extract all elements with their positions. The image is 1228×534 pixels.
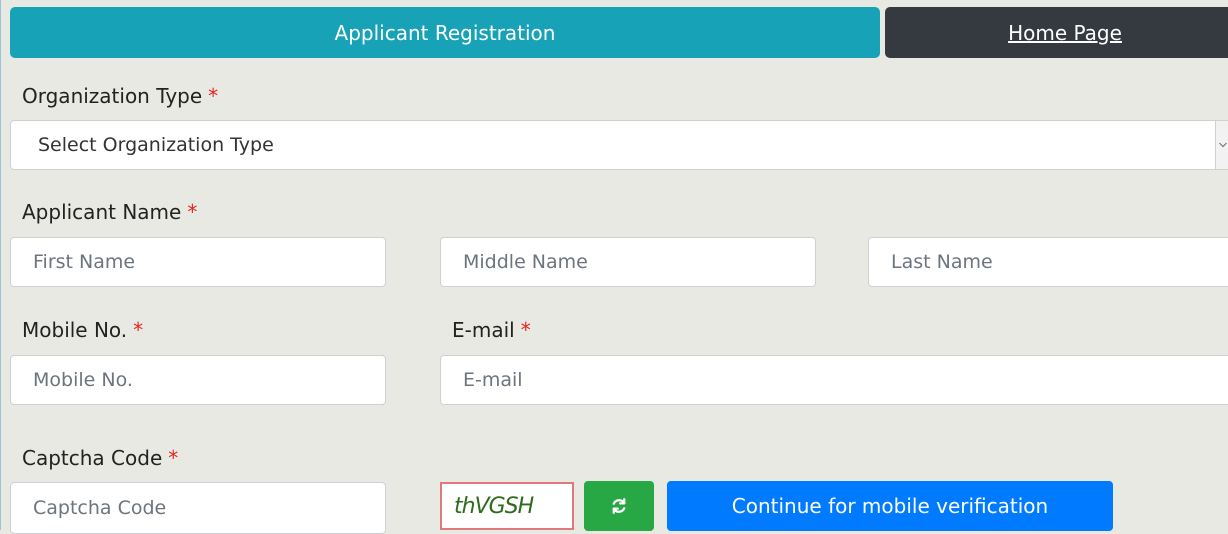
- captcha-label: Captcha Code *: [22, 446, 178, 470]
- required-marker: *: [520, 318, 531, 342]
- captcha-code-text: thVGSH: [454, 493, 534, 519]
- refresh-captcha-button[interactable]: [584, 481, 654, 531]
- captcha-label-text: Captcha Code: [22, 446, 163, 470]
- organization-type-label-text: Organization Type: [22, 84, 203, 108]
- middle-name-input[interactable]: [440, 237, 816, 287]
- email-input[interactable]: [440, 355, 1228, 405]
- applicant-name-label: Applicant Name *: [22, 200, 197, 224]
- applicant-name-label-text: Applicant Name: [22, 200, 182, 224]
- continue-button-label: Continue for mobile verification: [731, 494, 1049, 518]
- required-marker: *: [133, 318, 144, 342]
- mobile-input[interactable]: [10, 355, 386, 405]
- tab-applicant-registration-label: Applicant Registration: [334, 20, 556, 45]
- required-marker: *: [208, 84, 219, 108]
- organization-type-selected-value: Select Organization Type: [38, 134, 274, 156]
- required-marker: *: [168, 446, 179, 470]
- first-name-input[interactable]: [10, 237, 386, 287]
- refresh-icon: [612, 498, 626, 514]
- captcha-image: thVGSH: [440, 482, 574, 530]
- continue-mobile-verification-button[interactable]: Continue for mobile verification: [667, 481, 1113, 531]
- tab-home-page-label: Home Page: [1008, 20, 1122, 45]
- last-name-input[interactable]: [868, 237, 1228, 287]
- required-marker: *: [187, 200, 198, 224]
- mobile-label: Mobile No. *: [22, 318, 143, 342]
- organization-type-select[interactable]: Select Organization Type: [10, 120, 1228, 170]
- email-label-text: E-mail: [452, 318, 515, 342]
- mobile-label-text: Mobile No.: [22, 318, 128, 342]
- chevron-down-icon[interactable]: [1215, 121, 1228, 169]
- organization-type-label: Organization Type *: [22, 84, 218, 108]
- tab-applicant-registration[interactable]: Applicant Registration: [10, 7, 880, 58]
- email-label: E-mail *: [452, 318, 531, 342]
- tab-home-page[interactable]: Home Page: [885, 7, 1228, 58]
- captcha-input[interactable]: [10, 482, 386, 534]
- left-border: [0, 0, 1, 530]
